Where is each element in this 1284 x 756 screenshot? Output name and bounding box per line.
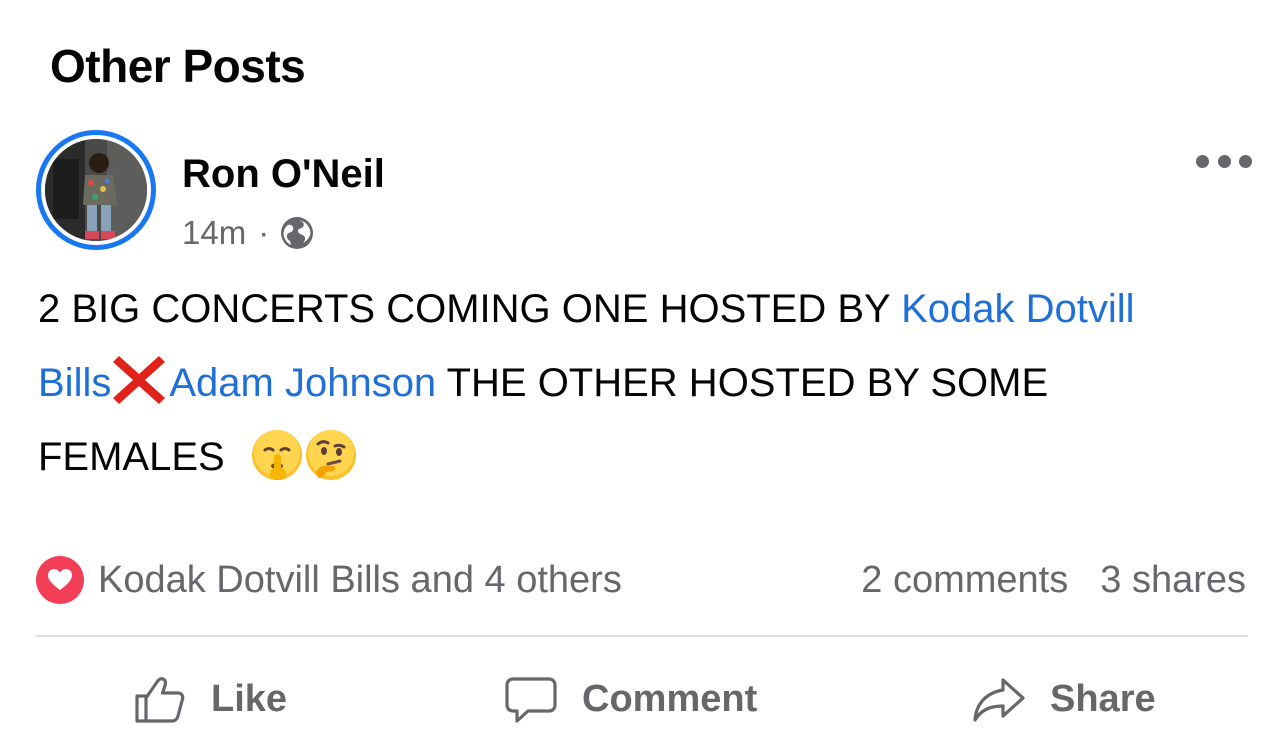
reaction-summary[interactable]: Kodak Dotvill Bills and 4 others: [36, 554, 622, 606]
heart-reaction-icon: [36, 556, 84, 604]
comment-icon: [505, 677, 557, 723]
post-text-part: FEMALES: [38, 435, 236, 479]
thinking-face-emoji: [305, 430, 356, 480]
meta-separator: ·: [258, 214, 270, 251]
author-name[interactable]: Ron O'Neil: [182, 148, 385, 200]
reaction-summary-text: Kodak Dotvill Bills and 4 others: [98, 558, 622, 601]
post-time[interactable]: 14m: [182, 214, 246, 252]
profile-photo: [45, 139, 147, 241]
more-dot: [1196, 154, 1209, 168]
more-dot: [1217, 154, 1231, 168]
more-options-button[interactable]: [1196, 146, 1252, 176]
post-text-part: 2 BIG CONCERTS COMING ONE HOSTED BY: [38, 287, 902, 331]
engagement-counts: 2 comments 3 shares: [861, 554, 1246, 606]
share-label: Share: [1050, 677, 1156, 720]
like-button[interactable]: Like: [133, 664, 287, 734]
cross-mark-icon: [113, 356, 166, 404]
post-line-1: 2 BIG CONCERTS COMING ONE HOSTED BY Koda…: [38, 272, 1258, 346]
shushing-face-emoji: [251, 430, 302, 480]
post-meta: 14m ·: [182, 210, 315, 256]
comments-count[interactable]: 2 comments: [861, 559, 1068, 602]
mention-link[interactable]: Adam Johnson: [169, 361, 436, 405]
section-title: Other Posts: [50, 40, 306, 92]
mention-link[interactable]: Kodak Dotvill: [901, 287, 1134, 331]
share-button[interactable]: Share: [972, 664, 1156, 734]
shares-count[interactable]: 3 shares: [1100, 559, 1246, 602]
post-line-2: Bills Adam Johnson THE OTHER HOSTED BY SO…: [38, 346, 1258, 420]
share-icon: [973, 678, 1025, 722]
more-dot: [1239, 154, 1252, 168]
comment-label: Comment: [582, 677, 758, 720]
globe-icon: [281, 217, 314, 249]
like-label: Like: [211, 677, 288, 720]
thumbs-up-icon: [135, 677, 185, 723]
divider: [36, 635, 1248, 637]
mention-link[interactable]: Bills: [38, 361, 111, 405]
post-line-3: FEMALES: [38, 420, 1258, 494]
avatar[interactable]: [36, 130, 156, 250]
post-actions: Like Comment Share: [0, 664, 1284, 734]
comment-button[interactable]: Comment: [504, 664, 757, 734]
post-text-part: THE OTHER HOSTED BY SOME: [436, 361, 1049, 405]
post-text: 2 BIG CONCERTS COMING ONE HOSTED BY Koda…: [38, 272, 1258, 494]
